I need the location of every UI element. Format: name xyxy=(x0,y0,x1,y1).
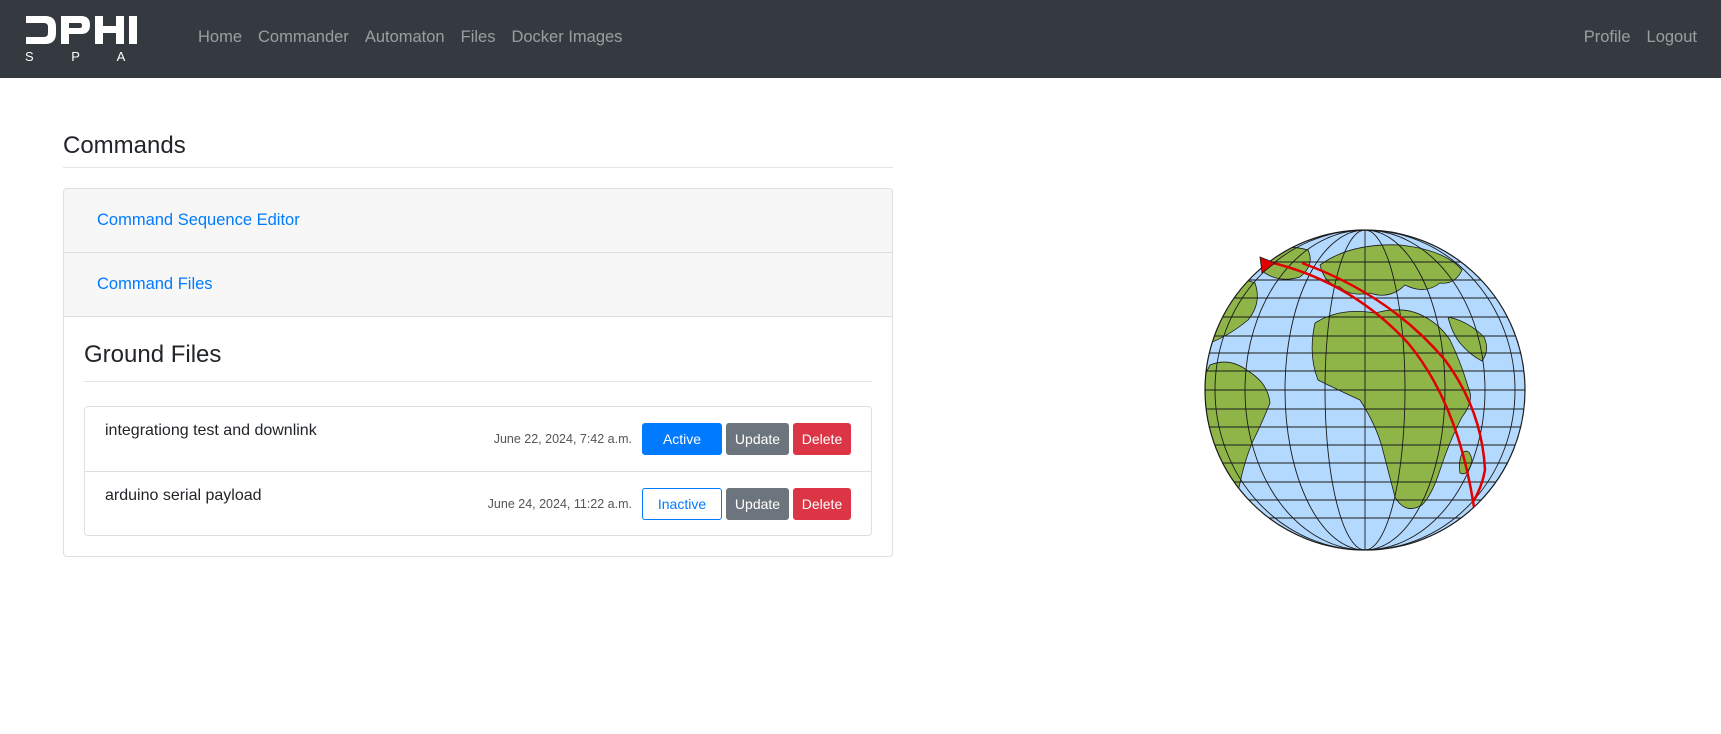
logo-subtext: S P A C E xyxy=(25,49,158,64)
nav-left: Home Commander Automaton Files Docker Im… xyxy=(198,28,638,47)
graticule xyxy=(1205,230,1525,550)
list-item: arduino serial payload June 24, 2024, 11… xyxy=(85,471,871,535)
status-active-button[interactable]: Active xyxy=(642,423,722,455)
ground-files-title: Ground Files xyxy=(84,339,872,382)
delete-button[interactable]: Delete xyxy=(793,423,851,455)
file-date: June 22, 2024, 7:42 a.m. xyxy=(493,432,632,446)
top-navbar: S P A C E Home Commander Automaton Files… xyxy=(0,0,1722,78)
commands-accordion: Command Sequence Editor Command Files Gr… xyxy=(63,188,893,557)
nav-right: Profile Logout xyxy=(1568,28,1697,47)
nav-automaton[interactable]: Automaton xyxy=(365,28,445,47)
delete-button[interactable]: Delete xyxy=(793,488,851,520)
command-sequence-editor-link[interactable]: Command Sequence Editor xyxy=(97,211,300,230)
item-actions: June 22, 2024, 7:42 a.m. Active Update D… xyxy=(494,423,851,455)
command-files-header[interactable]: Command Files xyxy=(63,252,893,317)
dphi-space-logo[interactable]: S P A C E xyxy=(23,14,158,64)
command-files-link[interactable]: Command Files xyxy=(97,275,213,294)
command-sequence-editor-header[interactable]: Command Sequence Editor xyxy=(63,188,893,253)
update-button[interactable]: Update xyxy=(726,488,789,520)
nav-profile[interactable]: Profile xyxy=(1584,28,1631,47)
ground-files-list: integrationg test and downlink June 22, … xyxy=(84,406,872,536)
file-date: June 24, 2024, 11:22 a.m. xyxy=(487,497,632,511)
nav-logout[interactable]: Logout xyxy=(1647,28,1697,47)
nav-docker-images[interactable]: Docker Images xyxy=(511,28,622,47)
globe-orbit-map[interactable] xyxy=(1200,225,1530,555)
command-files-body: Ground Files integrationg test and downl… xyxy=(63,317,893,557)
status-inactive-button[interactable]: Inactive xyxy=(642,488,722,520)
nav-home[interactable]: Home xyxy=(198,28,242,47)
page: S P A C E Home Commander Automaton Files… xyxy=(0,0,1722,734)
update-button[interactable]: Update xyxy=(726,423,789,455)
nav-files[interactable]: Files xyxy=(461,28,496,47)
list-item: integrationg test and downlink June 22, … xyxy=(85,407,871,471)
nav-commander[interactable]: Commander xyxy=(258,28,349,47)
item-actions: June 24, 2024, 11:22 a.m. Inactive Updat… xyxy=(488,488,851,520)
commands-title: Commands xyxy=(63,130,893,168)
